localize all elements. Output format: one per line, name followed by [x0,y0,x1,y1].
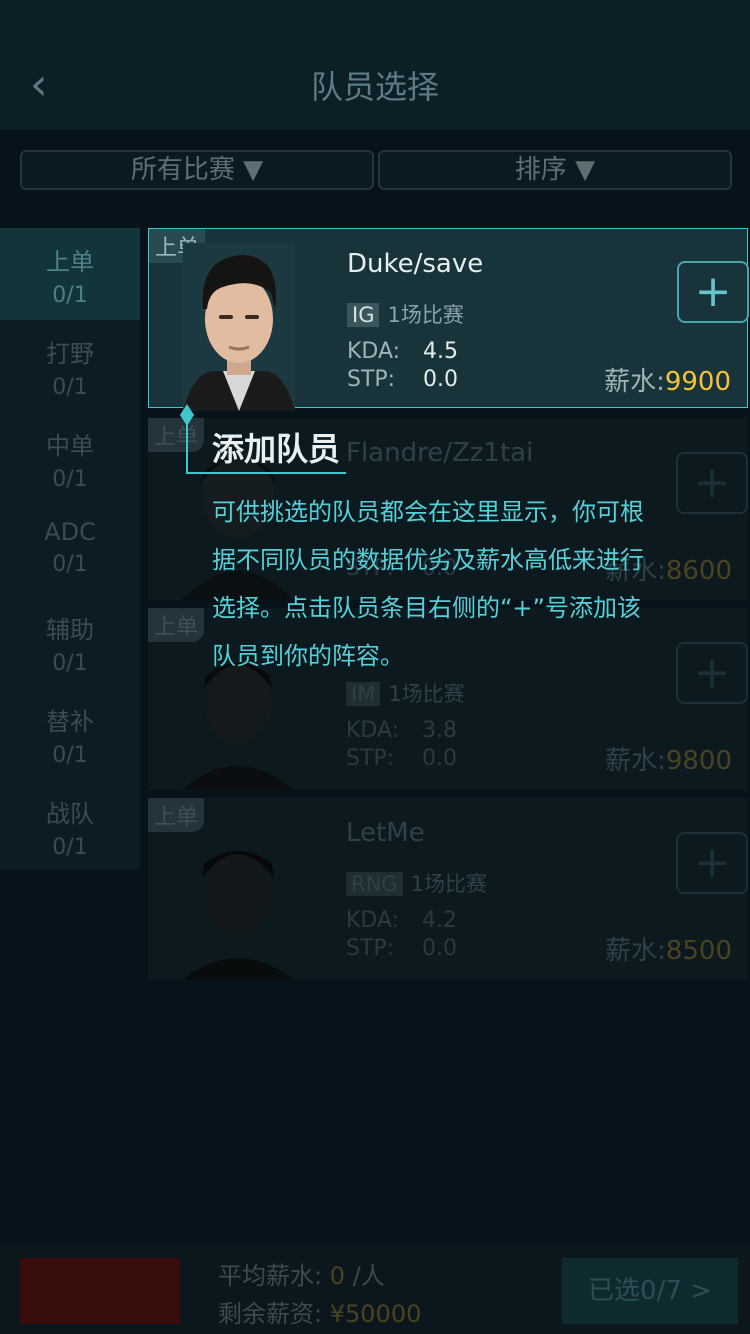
match-count: 1场比赛 [387,303,464,327]
salary: 薪水:8500 [605,930,732,967]
match-count: 1场比赛 [388,682,465,706]
average-salary: 平均薪水: 0 /人 [218,1256,385,1291]
stp-stat: STP: 0.0 [346,746,457,771]
page-title: 队员选择 [310,68,439,106]
salary-value: 9800 [665,746,732,776]
salary-value: 8500 [665,936,732,966]
kda-stat: KDA: 4.2 [346,908,457,933]
team-badge: RNG [346,872,403,896]
kda-label: KDA: [346,908,400,933]
salary-value: 9900 [664,367,731,397]
remaining-salary-label: 剩余薪资: [218,1300,323,1328]
player-avatar [183,243,295,411]
kda-value: 3.8 [422,718,457,743]
salary: 薪水:9800 [605,740,732,777]
sidebar-item-count: 0/1 [52,835,88,860]
team-info: IM 1场比赛 [346,678,465,708]
auto-pick-button[interactable] [20,1258,180,1324]
average-salary-label: 平均薪水: [218,1262,323,1290]
sidebar-item-count: 0/1 [52,651,88,676]
average-salary-value: 0 [329,1262,346,1290]
tooltip-body: 可供挑选的队员都会在这里显示，你可根据不同队员的数据优劣及薪水高低来进行选择。点… [212,498,644,670]
player-row-highlighted[interactable]: 上单 Duke/save IG 1场比赛 KDA: 4.5 STP: 0.0 薪水… [148,228,749,411]
kda-label: KDA: [346,718,400,743]
stp-label: STP: [347,367,396,392]
average-salary-unit: /人 [352,1262,385,1290]
salary-label: 薪水: [605,746,666,776]
player-name: LetMe [346,818,425,848]
add-player-button[interactable]: + [676,832,748,894]
player-name: Duke/save [347,249,484,279]
team-badge: IM [346,682,381,706]
kda-label: KDA: [347,339,401,364]
kda-stat: KDA: 4.5 [347,339,458,364]
remaining-salary-value: ¥50000 [329,1300,422,1328]
salary: 薪水:9900 [604,361,731,398]
stp-label: STP: [346,746,395,771]
sidebar-item-label: ADC [44,518,96,546]
player-avatar [182,851,294,980]
sidebar-item-label: 上单 [46,248,94,276]
player-name: Flandre/Zz1tai [346,438,534,468]
sidebar-item-label: 战队 [46,800,94,828]
sidebar-item-substitute[interactable]: 替补 0/1 [0,688,140,780]
callout-underline [186,472,346,474]
add-player-button[interactable]: + [676,642,748,704]
all-matches-filter[interactable]: 所有比赛 ▼ [20,150,374,190]
kda-value: 4.5 [423,339,458,364]
sidebar-item-count: 0/1 [52,552,88,577]
sidebar-item-label: 辅助 [46,616,94,644]
stp-value: 0.0 [423,367,458,392]
add-player-button[interactable]: + [677,261,749,323]
sidebar-item-support[interactable]: 辅助 0/1 [0,596,140,688]
add-player-button[interactable]: + [676,452,748,514]
selected-count-button[interactable]: 已选0/7 > [562,1258,738,1324]
sidebar-item-label: 替补 [46,708,94,736]
match-count: 1场比赛 [410,872,487,896]
kda-value: 4.2 [422,908,457,933]
sidebar-item-count: 0/1 [52,743,88,768]
player-row[interactable]: 上单 LetMe RNG 1场比赛 KDA: 4.2 STP: 0.0 薪水:85… [148,798,748,980]
salary-value: 8600 [665,556,732,586]
sidebar-item-top[interactable]: 上单 0/1 [0,228,140,320]
stp-label: STP: [346,936,395,961]
sidebar-item-adc[interactable]: ADC 0/1 [0,504,140,596]
team-info: RNG 1场比赛 [346,868,487,898]
stp-stat: STP: 0.0 [346,936,457,961]
sidebar-item-label: 中单 [46,432,94,460]
team-info: IG 1场比赛 [347,299,464,329]
salary-label: 薪水: [605,936,666,966]
stp-value: 0.0 [422,936,457,961]
position-sidebar: 上单 0/1 打野 0/1 中单 0/1 ADC 0/1 辅助 0/1 替补 0… [0,228,140,870]
stp-stat: STP: 0.0 [347,367,458,392]
team-badge: IG [347,303,380,327]
sidebar-item-count: 0/1 [52,467,88,492]
stp-value: 0.0 [422,746,457,771]
sidebar-item-team[interactable]: 战队 0/1 [0,780,140,872]
sidebar-item-count: 0/1 [52,375,88,400]
sidebar-item-mid[interactable]: 中单 0/1 [0,412,140,504]
sidebar-item-label: 打野 [46,340,94,368]
callout-line [186,420,188,472]
sidebar-item-count: 0/1 [52,283,88,308]
sort-filter[interactable]: 排序 ▼ [378,150,732,190]
salary-label: 薪水: [604,367,665,397]
sidebar-item-jungle[interactable]: 打野 0/1 [0,320,140,412]
kda-stat: KDA: 3.8 [346,718,457,743]
tooltip-title: 添加队员 [212,430,341,468]
remaining-salary: 剩余薪资: ¥50000 [218,1294,421,1329]
